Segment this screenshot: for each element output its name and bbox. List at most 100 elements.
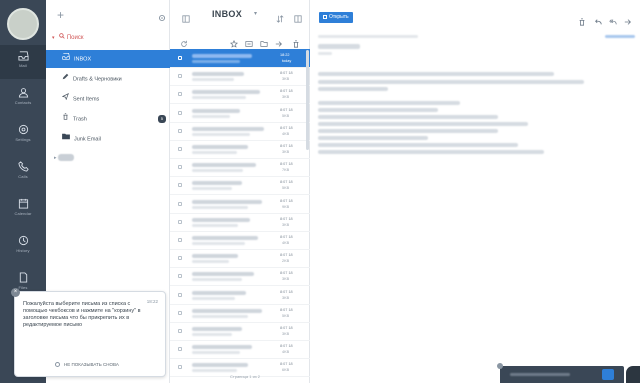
layout-icon[interactable] [294,10,302,28]
folder-label: Junk Email [74,136,101,143]
sender-blurred [192,163,256,168]
folder-item[interactable]: Sent Items [46,90,170,108]
message-row[interactable]: 8:07 18 3KB [170,140,310,159]
message-row[interactable]: 8:07 18 4KB [170,340,310,360]
message-checkbox[interactable] [178,128,182,133]
sender-blurred [192,217,250,222]
message-row[interactable]: 18:22 today [170,49,310,68]
message-row[interactable]: 8:07 18 5KB [170,304,310,323]
message-row[interactable]: 8:07 18 7KB [170,158,310,178]
rail-item-caption: Calls [18,174,28,179]
message-checkbox[interactable] [178,365,182,370]
subject-blurred [192,151,237,154]
message-row[interactable]: 8:07 18 5KB [170,104,310,123]
message-checkbox[interactable] [178,238,182,242]
tooltip-time: 18:22 [146,299,158,304]
message-checkbox[interactable] [178,92,182,97]
message-row[interactable]: 8:07 18 5KB [170,176,310,196]
message-date: 8:07 18 [280,198,293,203]
chevron-down-icon: ▾ [52,35,55,41]
message-row[interactable]: 8:07 18 3KB [170,322,310,341]
radio-icon[interactable] [55,362,60,367]
message-checkbox[interactable] [178,165,182,170]
chevron-right-icon: ▸ [54,154,57,161]
pager[interactable]: Страница 1 из 2 [230,374,260,379]
message-checkbox[interactable] [178,147,182,151]
junk-folder-icon [62,130,70,148]
rail-item-settings[interactable]: Settings [0,119,46,153]
folder-title: INBOX [212,9,243,19]
message-checkbox[interactable] [178,292,182,297]
message-checkbox[interactable] [178,274,182,279]
sender-blurred [192,363,248,368]
folder-item[interactable]: Drafts & Черновики [46,70,170,88]
message-checkbox[interactable] [178,329,182,333]
rail-item-inbox[interactable]: Mail [0,45,46,79]
rail-item-caption: Mail [19,63,27,68]
message-date: 8:07 18 [280,326,293,330]
gear-icon[interactable] [158,9,166,27]
message-checkbox[interactable] [178,347,182,352]
forward-icon[interactable] [624,13,632,31]
message-date: 8:07 18 [280,107,293,112]
add-folder-icon[interactable]: + [57,8,64,22]
calendar-icon [0,198,46,209]
message-row[interactable]: 8:07 18 3KB [170,267,310,287]
help-tooltip: × 18:22 Пожалуйста выберите письма из сп… [11,288,166,377]
message-checkbox[interactable] [178,310,182,315]
reply-all-icon[interactable] [609,13,617,31]
message-size: 5KB [282,186,290,191]
sender-blurred [192,90,260,95]
rail-item-contacts[interactable]: Contacts [0,82,46,116]
folder-item[interactable]: INBOX [46,50,170,68]
message-checkbox[interactable] [178,256,182,261]
trash-icon[interactable] [578,13,586,31]
folder-search[interactable]: ▾ Поиск [52,33,84,45]
message-row[interactable]: 8:07 18 4KB [170,122,310,141]
message-date: 8:07 18 [280,89,293,94]
message-checkbox[interactable] [178,74,182,79]
clock-icon [0,235,46,246]
close-icon[interactable]: × [11,288,20,297]
message-checkbox[interactable] [178,110,182,115]
message-row[interactable]: 8:07 18 3KB [170,85,310,105]
message-checkbox[interactable] [178,219,182,224]
open-button[interactable]: Открыть [319,12,353,23]
rail-item-clock[interactable]: History [0,230,46,264]
collapse-icon[interactable] [182,10,190,28]
folder-panel-header: + [46,0,169,28]
message-row[interactable]: 8:07 18 9KB [170,195,310,214]
avatar[interactable] [7,8,39,40]
message-row[interactable]: 8:07 18 3KB [170,213,310,232]
message-size: 5KB [282,113,290,118]
dont-show-again-option[interactable]: НЕ ПОКАЗЫВАТЬ СНОВА [55,362,119,367]
scrollbar[interactable] [306,50,309,150]
message-row[interactable]: 8:07 18 4KB [170,231,310,250]
message-row[interactable]: 8:07 18 3KB [170,286,310,305]
message-row[interactable]: 8:07 18 2KB [170,249,310,269]
folder-label: INBOX [74,56,92,63]
message-checkbox[interactable] [178,56,182,60]
message-row[interactable]: 8:07 18 3KB [170,67,310,87]
folder-item[interactable]: Junk Email [46,130,170,148]
compose-bar[interactable] [497,363,624,383]
rail-item-calendar[interactable]: Calendar [0,193,46,227]
message-checkbox[interactable] [178,183,182,188]
message-list-header: INBOX ▾ [170,0,310,28]
rail-item-phone[interactable]: Calls [0,156,46,190]
message-checkbox[interactable] [178,201,182,206]
account-node[interactable]: ▸ [54,154,74,161]
sender-blurred [192,72,244,77]
compose-button[interactable] [602,369,614,380]
chevron-down-icon[interactable]: ▾ [254,10,257,17]
sender-blurred [192,327,242,331]
settings-icon [0,124,46,135]
subject-blurred [192,296,235,300]
subject-blurred [192,169,243,173]
reading-pane: Открыть [310,0,640,383]
folder-item[interactable]: Trash 5 [46,110,170,128]
message-size: 3KB [282,95,290,100]
reply-icon[interactable] [594,13,602,31]
close-icon[interactable] [497,363,503,369]
sort-icon[interactable] [276,10,284,28]
